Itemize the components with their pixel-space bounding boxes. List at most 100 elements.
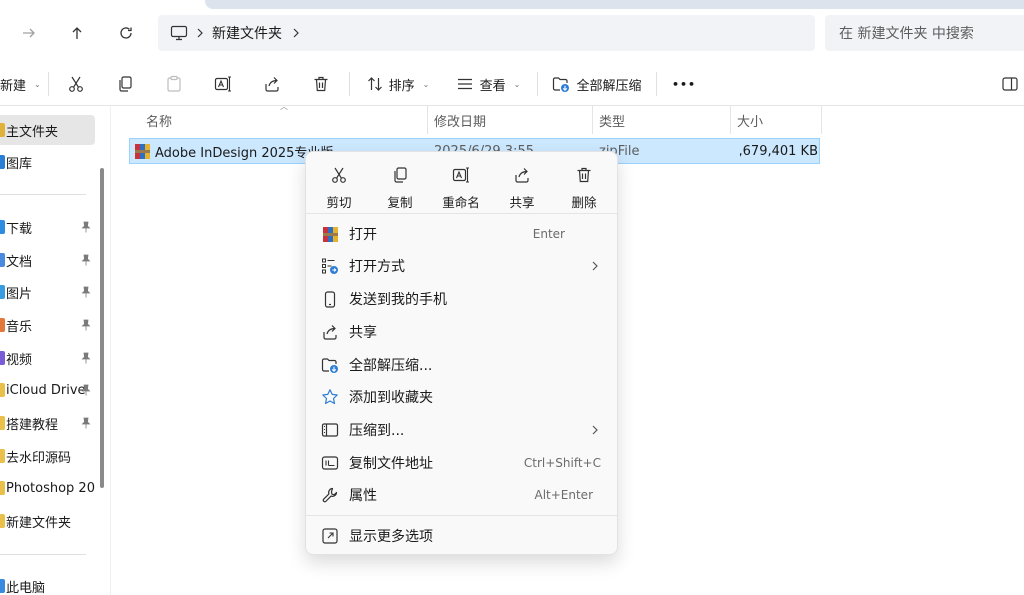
new-button-label: 新建: [0, 78, 27, 94]
column-header-modified[interactable]: 修改日期: [426, 106, 592, 134]
menu-item-send-to-phone[interactable]: 发送到我的手机: [312, 284, 613, 314]
extract-all-button[interactable]: 全部解压缩: [550, 68, 644, 100]
sidebar-item-new-folder[interactable]: 新建文件夹: [0, 506, 95, 536]
menu-item-share[interactable]: 共享: [312, 317, 613, 347]
menu-item-label: 压缩到...: [349, 423, 405, 439]
quick-action-label: 删除: [571, 195, 597, 210]
sidebar-item-label: 搭建教程: [6, 417, 59, 433]
arrow-right-icon: [23, 28, 35, 38]
star-icon: [321, 388, 339, 406]
details-pane-icon: [1002, 77, 1018, 91]
cut-button[interactable]: [60, 68, 92, 100]
menu-item-compress-to[interactable]: 压缩到...: [312, 415, 613, 445]
column-header-label: 大小: [737, 114, 764, 130]
breadcrumb-current-folder[interactable]: 新建文件夹: [212, 23, 282, 43]
sidebar-item-this-pc[interactable]: 此电脑: [0, 571, 95, 595]
column-header-type[interactable]: 类型: [591, 106, 730, 134]
pin-icon[interactable]: [81, 221, 91, 233]
sidebar-item-home[interactable]: 主文件夹: [0, 115, 95, 145]
sidebar-item-tutorial[interactable]: 搭建教程: [0, 408, 95, 438]
gallery-icon: [0, 155, 5, 169]
chevron-right-icon: [592, 425, 598, 435]
sidebar-item-photoshop[interactable]: Photoshop 2025: [0, 473, 95, 503]
pane-divider: [110, 106, 111, 595]
extract-icon: [321, 356, 339, 374]
new-button[interactable]: 新建 ⌄: [0, 68, 44, 100]
menu-item-properties[interactable]: 属性 Alt+Enter: [312, 480, 613, 510]
refresh-button[interactable]: [109, 16, 143, 50]
chevron-right-icon[interactable]: [282, 27, 308, 39]
share-icon: [321, 323, 339, 341]
view-label: 查看: [479, 78, 506, 94]
sidebar-item-label: 文档: [6, 254, 33, 270]
folder-icon: [0, 416, 5, 430]
sidebar-divider: [0, 194, 86, 195]
paste-button[interactable]: [158, 68, 190, 100]
sidebar-item-music[interactable]: 音乐: [0, 310, 95, 340]
folder-icon: [0, 449, 5, 463]
menu-item-shortcut: Ctrl+Shift+C: [523, 456, 601, 470]
column-header-name[interactable]: 名称: [138, 106, 426, 134]
pin-icon[interactable]: [81, 254, 91, 266]
menu-item-open-with[interactable]: 打开方式: [312, 251, 613, 281]
rename-button[interactable]: [207, 68, 239, 100]
sidebar-item-watermark-source[interactable]: 去水印源码: [0, 441, 95, 471]
sort-button[interactable]: 排序 ⌄: [362, 68, 434, 100]
forward-button[interactable]: [12, 16, 46, 50]
menu-item-copy-as-path[interactable]: 复制文件地址 Ctrl+Shift+C: [312, 448, 613, 478]
context-rename-button[interactable]: 重命名: [433, 160, 489, 212]
column-header-label: 修改日期: [434, 114, 487, 130]
sidebar-scrollbar[interactable]: [100, 168, 104, 488]
delete-button[interactable]: [305, 68, 337, 100]
pin-icon[interactable]: [81, 352, 91, 364]
toolbar-divider: [537, 72, 538, 96]
more-options-icon: [321, 527, 339, 545]
menu-item-show-more-options[interactable]: 显示更多选项: [312, 521, 613, 551]
share-button[interactable]: [256, 68, 288, 100]
pictures-icon: [0, 285, 5, 299]
address-bar[interactable]: 新建文件夹: [158, 15, 815, 51]
menu-item-label: 添加到收藏夹: [349, 390, 433, 406]
chevron-right-icon: [592, 261, 598, 271]
context-cut-button[interactable]: 剪切: [311, 160, 367, 212]
command-bar: 新建 ⌄ 排序 ⌄ 查看 ⌄ 全部解压缩 •••: [0, 62, 1024, 106]
monitor-icon: [170, 25, 188, 41]
menu-item-extract-all[interactable]: 全部解压缩...: [312, 350, 613, 380]
menu-item-add-to-favorites[interactable]: 添加到收藏夹: [312, 382, 613, 412]
sidebar-item-label: 图库: [6, 156, 33, 172]
context-copy-button[interactable]: 复制: [372, 160, 428, 212]
folder-icon: [0, 481, 5, 495]
menu-item-label: 打开方式: [349, 259, 405, 275]
sidebar-item-icloud-drive[interactable]: iCloud Drive: [0, 375, 95, 405]
menu-item-label: 发送到我的手机: [349, 292, 447, 308]
search-input[interactable]: 在 新建文件夹 中搜索: [825, 15, 1024, 51]
share-icon: [515, 168, 529, 183]
pin-icon[interactable]: [81, 384, 91, 396]
copy-icon: [394, 167, 407, 183]
sidebar-item-gallery[interactable]: 图库: [0, 147, 95, 177]
sidebar-item-documents[interactable]: 文档: [0, 245, 95, 275]
copy-button[interactable]: [109, 68, 141, 100]
sidebar-item-label: 主文件夹: [6, 124, 59, 140]
sidebar-item-downloads[interactable]: 下载: [0, 212, 95, 242]
toolbar-divider: [656, 72, 657, 96]
file-type-cell: zipFile: [599, 143, 640, 159]
music-icon: [0, 318, 5, 332]
up-button[interactable]: [60, 16, 94, 50]
pin-icon[interactable]: [81, 417, 91, 429]
context-delete-button[interactable]: 删除: [556, 160, 612, 212]
column-header-size[interactable]: 大小: [729, 106, 821, 134]
sidebar-item-videos[interactable]: 视频: [0, 343, 95, 373]
more-button[interactable]: •••: [668, 68, 700, 100]
details-pane-button[interactable]: [998, 68, 1024, 100]
sidebar-item-pictures[interactable]: 图片: [0, 277, 95, 307]
pin-icon[interactable]: [81, 286, 91, 298]
column-divider[interactable]: [821, 106, 822, 134]
view-button[interactable]: 查看 ⌄: [452, 68, 524, 100]
sidebar-item-label: 下载: [6, 221, 33, 237]
context-share-button[interactable]: 共享: [494, 160, 550, 212]
menu-item-open[interactable]: 打开 Enter: [312, 219, 613, 249]
sidebar-item-label: Photoshop 2025: [6, 480, 95, 496]
sidebar-item-label: 此电脑: [6, 580, 46, 595]
pin-icon[interactable]: [81, 319, 91, 331]
